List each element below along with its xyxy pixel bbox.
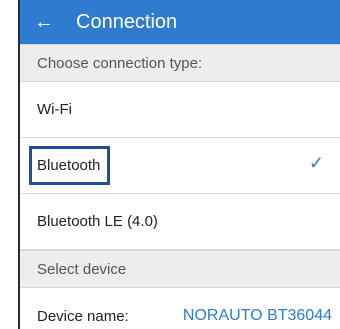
device-name-label: Device name: xyxy=(37,307,129,325)
page-title: Connection xyxy=(76,10,178,33)
section-select-device: Select device xyxy=(20,250,340,288)
option-wifi-label: Wi-Fi xyxy=(37,101,72,118)
back-arrow-icon[interactable]: ← xyxy=(34,12,56,32)
section-connection-type: Choose connection type: xyxy=(20,44,340,82)
option-bluetooth[interactable]: Bluetooth ✓ xyxy=(20,138,340,194)
device-name-value[interactable]: NORAUTO BT36044 xyxy=(183,307,332,325)
phone-frame-edge xyxy=(0,0,20,329)
option-wifi[interactable]: Wi-Fi xyxy=(20,82,340,138)
option-bluetooth-label: Bluetooth xyxy=(29,146,111,185)
option-bluetooth-le[interactable]: Bluetooth LE (4.0) xyxy=(20,194,340,250)
app-bar: ← Connection xyxy=(20,0,340,44)
connection-screen: ← Connection Choose connection type: Wi-… xyxy=(20,0,340,329)
option-bluetooth-le-label: Bluetooth LE (4.0) xyxy=(37,213,158,230)
device-name-row[interactable]: Device name: NORAUTO BT36044 xyxy=(20,288,340,329)
check-icon: ✓ xyxy=(308,153,324,173)
